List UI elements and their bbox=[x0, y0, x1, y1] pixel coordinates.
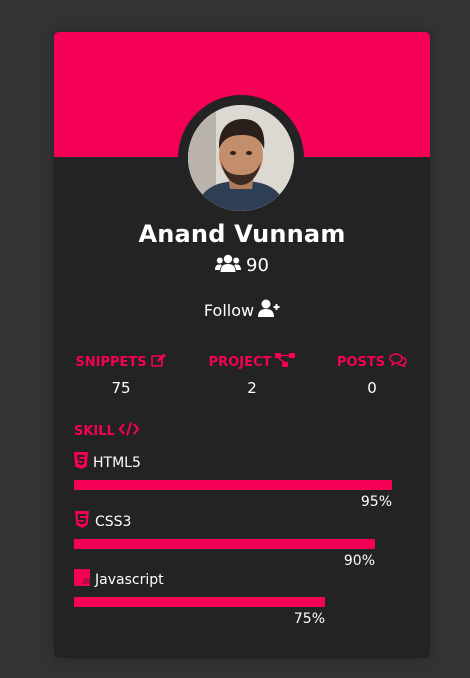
followers-value: 90 bbox=[246, 255, 269, 276]
follow-label: Follow bbox=[203, 300, 255, 320]
stat-value-posts: 0 bbox=[367, 379, 377, 397]
skill-name: Javascript bbox=[95, 571, 164, 588]
followers-count: 90 bbox=[54, 254, 430, 277]
skill-html5: HTML5 95% bbox=[74, 452, 394, 510]
stat-value-snippets: 75 bbox=[111, 379, 131, 397]
stat-value-project: 2 bbox=[247, 379, 257, 397]
edit-icon bbox=[150, 353, 167, 371]
stat-label-posts: POSTS bbox=[336, 354, 386, 370]
skills-heading: SKILL bbox=[74, 422, 140, 440]
comments-icon bbox=[389, 353, 407, 371]
profile-name: Anand Vunnam bbox=[138, 220, 346, 248]
project-diagram-icon bbox=[275, 353, 296, 371]
stat-posts[interactable]: POSTS 0 bbox=[334, 353, 410, 397]
stat-label-snippets: SNIPPETS bbox=[75, 354, 147, 370]
skill-name: CSS3 bbox=[95, 513, 132, 530]
skill-bar bbox=[74, 480, 392, 490]
skill-name: HTML5 bbox=[93, 454, 141, 471]
html5-icon bbox=[74, 452, 88, 473]
skill-bar bbox=[74, 597, 325, 607]
user-plus-icon bbox=[258, 299, 280, 321]
stat-snippets[interactable]: SNIPPETS 75 bbox=[74, 353, 168, 397]
skill-percent: 90% bbox=[343, 553, 375, 569]
avatar bbox=[188, 105, 294, 211]
stat-project[interactable]: PROJECT 2 bbox=[204, 353, 300, 397]
skill-javascript: JS Javascript 75% bbox=[74, 569, 394, 627]
css3-icon bbox=[74, 511, 90, 532]
skill-bar bbox=[74, 539, 375, 549]
js-icon: JS bbox=[74, 569, 91, 590]
users-icon bbox=[215, 254, 242, 277]
skills-title: SKILL bbox=[74, 423, 115, 439]
profile-card: Anand Vunnam 90 Follow SNIPPETS 75 PROJE… bbox=[54, 32, 430, 658]
skill-css3: CSS3 90% bbox=[74, 511, 394, 569]
follow-button[interactable]: Follow bbox=[54, 299, 430, 321]
stat-label-project: PROJECT bbox=[208, 354, 272, 370]
skill-percent: 95% bbox=[360, 494, 392, 510]
svg-text:JS: JS bbox=[83, 579, 91, 586]
skill-percent: 75% bbox=[293, 611, 325, 627]
code-icon bbox=[118, 422, 140, 440]
